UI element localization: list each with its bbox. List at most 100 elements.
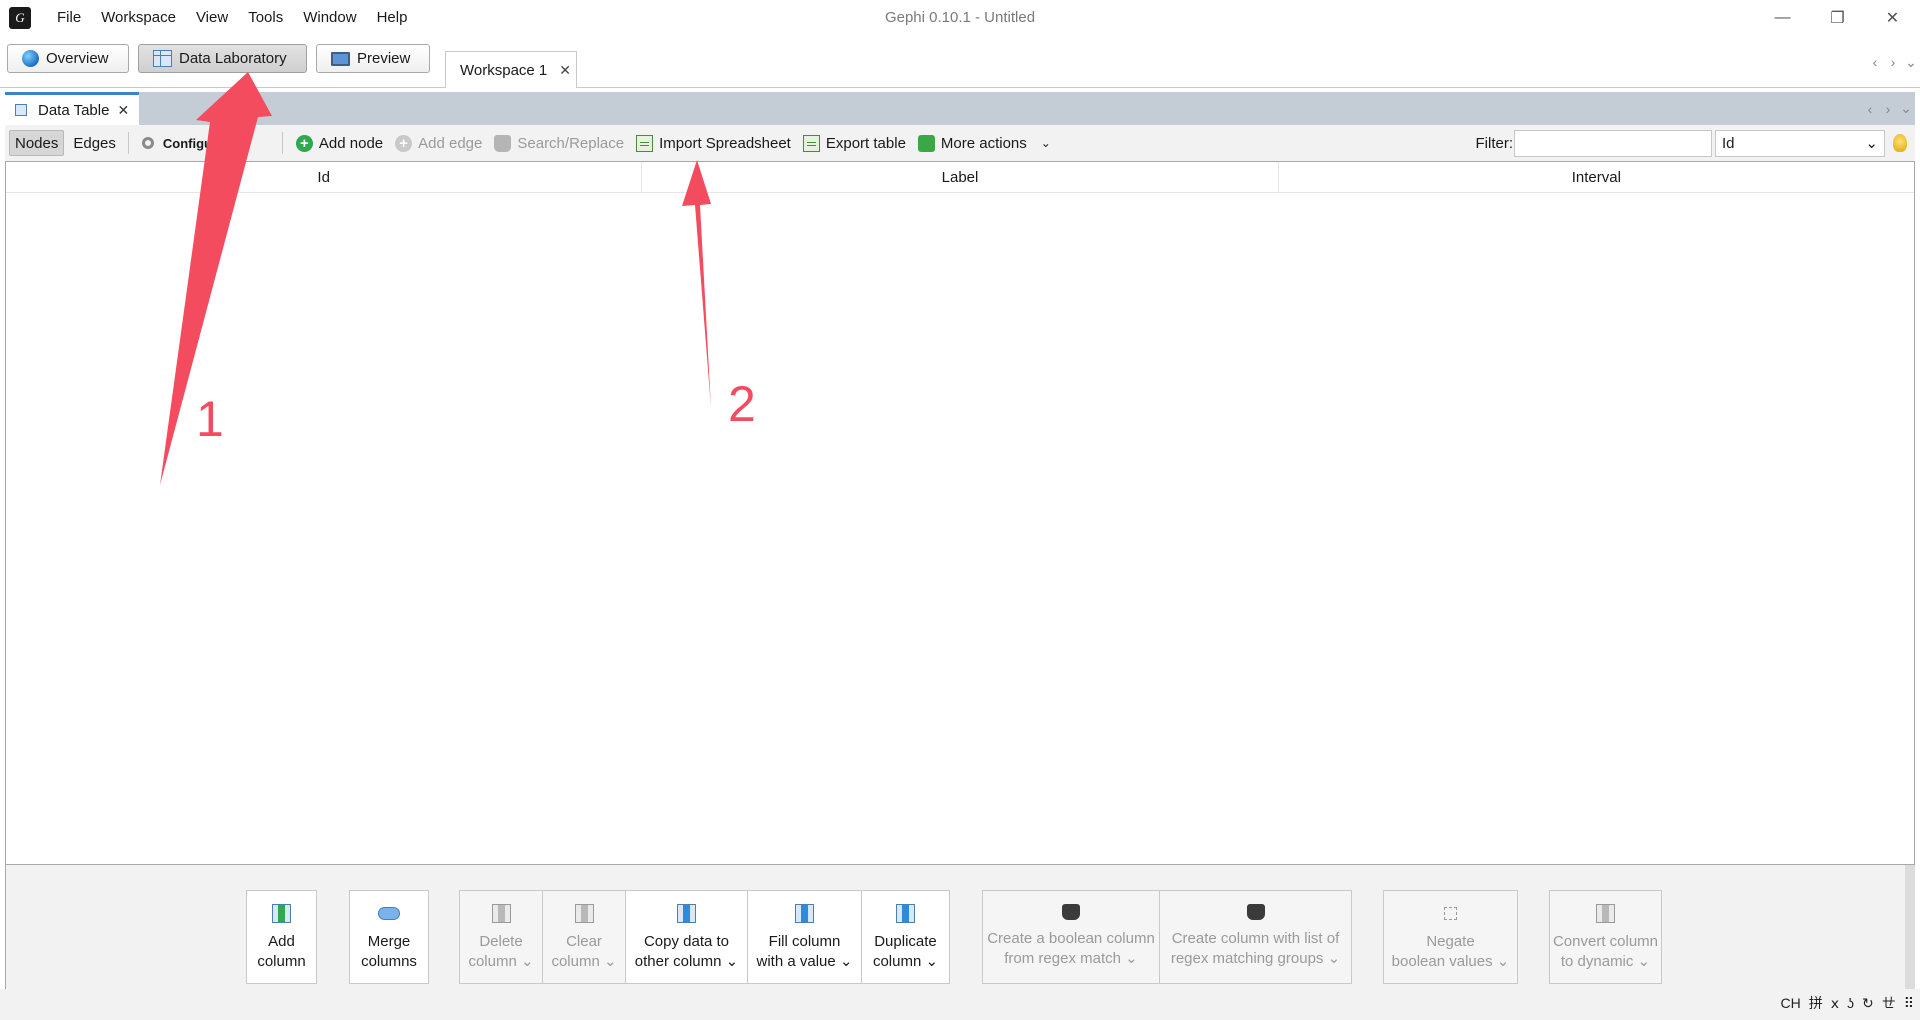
- annotation-label-2: 2: [728, 376, 756, 432]
- globe-icon: [22, 50, 39, 67]
- add-column-button[interactable]: Add column: [246, 890, 317, 984]
- regex-groups-label-1: Create column with list of: [1171, 930, 1340, 947]
- convert-column-icon: [1596, 904, 1615, 923]
- panel-scroll-left-icon[interactable]: ‹: [1861, 101, 1879, 117]
- copy-data-icon: [677, 904, 696, 923]
- restore-button[interactable]: ❐: [1810, 0, 1865, 36]
- negate-boolean-button[interactable]: Negate boolean values ⌄: [1383, 890, 1518, 984]
- data-table-tab[interactable]: Data Table ✕: [5, 92, 139, 125]
- ime-icon[interactable]: ⠿: [1904, 995, 1914, 1012]
- more-actions-button[interactable]: More actions ⌄: [912, 128, 1057, 158]
- clear-column-button[interactable]: Clear column ⌄: [542, 890, 626, 984]
- export-table-button[interactable]: Export table: [797, 128, 912, 158]
- filter-column-value: Id: [1722, 134, 1735, 152]
- monitor-icon: [331, 51, 350, 66]
- gear-icon: [141, 137, 154, 149]
- negate-icon: [1444, 907, 1457, 920]
- nodes-toggle[interactable]: Nodes: [9, 130, 65, 156]
- boolean-regex-label-2: from regex match ⌄: [1004, 950, 1138, 967]
- fill-column-label-1: Fill column: [768, 933, 841, 950]
- menu-window[interactable]: Window: [293, 0, 366, 36]
- lightbulb-icon[interactable]: [1893, 134, 1907, 152]
- window-controls: — ❐ ✕: [1755, 0, 1920, 36]
- workspace-tab[interactable]: Workspace 1 ✕: [445, 51, 577, 88]
- boolean-regex-button[interactable]: Create a boolean column from regex match…: [982, 890, 1160, 984]
- close-data-table-icon[interactable]: ✕: [117, 102, 129, 119]
- menu-file[interactable]: File: [47, 0, 91, 36]
- toolbar-separator: [127, 132, 129, 154]
- workspace-nav: ‹ › ⌄: [1866, 50, 1920, 74]
- column-header-id[interactable]: Id: [6, 162, 643, 192]
- fill-column-icon: [795, 904, 814, 923]
- ime-icon[interactable]: ʖ: [1847, 995, 1854, 1011]
- add-edge-icon: +: [395, 134, 413, 152]
- clear-column-label-1: Clear: [566, 933, 602, 950]
- close-workspace-icon[interactable]: ✕: [559, 62, 571, 79]
- data-laboratory-button[interactable]: Data Laboratory: [138, 44, 307, 73]
- import-spreadsheet-button[interactable]: Import Spreadsheet: [630, 128, 797, 158]
- column-header-interval[interactable]: Interval: [1279, 162, 1914, 192]
- search-replace-label: Search/Replace: [517, 134, 625, 152]
- status-bar: CH 拼 ⅹ ʖ ↻ ㄝ ⠿: [0, 989, 1920, 1020]
- perspective-bar: Overview Data Laboratory Preview Workspa…: [0, 36, 1920, 88]
- negate-boolean-label-1: Negate: [1426, 933, 1475, 950]
- ime-icon[interactable]: ㄝ: [1882, 993, 1896, 1013]
- menu-help[interactable]: Help: [367, 0, 418, 36]
- tabs-menu-icon[interactable]: ⌄: [1902, 54, 1920, 71]
- menu-view[interactable]: View: [186, 0, 238, 36]
- edges-toggle[interactable]: Edges: [68, 130, 121, 156]
- scroll-left-icon[interactable]: ‹: [1866, 54, 1884, 70]
- scroll-right-icon[interactable]: ›: [1884, 54, 1902, 70]
- panel-scroll-right-icon[interactable]: ›: [1879, 101, 1897, 117]
- configuration-button[interactable]: Configuration: [136, 128, 275, 158]
- regex-groups-button[interactable]: Create column with list of regex matchin…: [1159, 890, 1352, 984]
- filter-label: Filter:: [1475, 134, 1514, 152]
- copy-data-button[interactable]: Copy data to other column ⌄: [625, 890, 748, 984]
- close-window-button[interactable]: ✕: [1865, 0, 1920, 36]
- chevron-down-icon: ⌄: [1865, 135, 1878, 152]
- overview-button[interactable]: Overview: [7, 44, 129, 73]
- ime-icon[interactable]: ⅹ: [1831, 995, 1839, 1012]
- annotation-label-1: 1: [196, 391, 224, 447]
- data-table-tab-label: Data Table: [38, 101, 110, 119]
- add-node-label: Add node: [318, 134, 384, 152]
- duplicate-column-button[interactable]: Duplicate column ⌄: [861, 890, 950, 984]
- table-header: Id Label Interval: [6, 162, 1914, 193]
- delete-column-button[interactable]: Delete column ⌄: [459, 890, 543, 984]
- filter-input[interactable]: [1514, 129, 1712, 157]
- minimize-button[interactable]: —: [1755, 0, 1810, 36]
- panel-menu-icon[interactable]: ⌄: [1897, 100, 1915, 117]
- data-table[interactable]: Id Label Interval: [5, 161, 1915, 865]
- more-actions-label: More actions: [940, 134, 1027, 152]
- export-table-label: Export table: [825, 134, 906, 152]
- merge-columns-button[interactable]: Merge columns: [349, 890, 429, 984]
- configuration-label: Configuration: [162, 135, 249, 151]
- merge-columns-label-1: Merge: [367, 933, 411, 950]
- table-icon: [153, 50, 172, 67]
- binoculars-icon: [494, 134, 512, 152]
- data-table-icon: [15, 104, 27, 116]
- add-edge-button[interactable]: + Add edge: [389, 128, 488, 158]
- fill-column-button[interactable]: Fill column with a value ⌄: [747, 890, 862, 984]
- search-replace-button[interactable]: Search/Replace: [488, 128, 630, 158]
- fill-column-label-2: with a value ⌄: [756, 953, 853, 970]
- preview-button[interactable]: Preview: [316, 44, 430, 73]
- ime-icon[interactable]: ↻: [1862, 995, 1874, 1012]
- filter-column-select[interactable]: Id ⌄: [1715, 129, 1885, 157]
- data-laboratory-label: Data Laboratory: [179, 50, 287, 67]
- workspace-tab-label: Workspace 1: [460, 61, 548, 79]
- column-header-label[interactable]: Label: [642, 162, 1279, 192]
- menu-workspace[interactable]: Workspace: [91, 0, 186, 36]
- add-column-label-1: Add: [268, 933, 295, 950]
- delete-column-label-1: Delete: [479, 933, 523, 950]
- ime-language[interactable]: CH: [1780, 995, 1800, 1011]
- import-spreadsheet-label: Import Spreadsheet: [659, 134, 791, 152]
- merge-icon: [378, 907, 400, 920]
- ime-pinyin[interactable]: 拼: [1809, 993, 1823, 1013]
- convert-dynamic-button[interactable]: Convert column to dynamic ⌄: [1549, 890, 1662, 984]
- add-node-button[interactable]: + Add node: [290, 128, 389, 158]
- add-edge-label: Add edge: [418, 134, 483, 152]
- puzzle-icon: [917, 134, 935, 152]
- menu-tools[interactable]: Tools: [238, 0, 293, 36]
- scrollbar[interactable]: [1905, 865, 1915, 989]
